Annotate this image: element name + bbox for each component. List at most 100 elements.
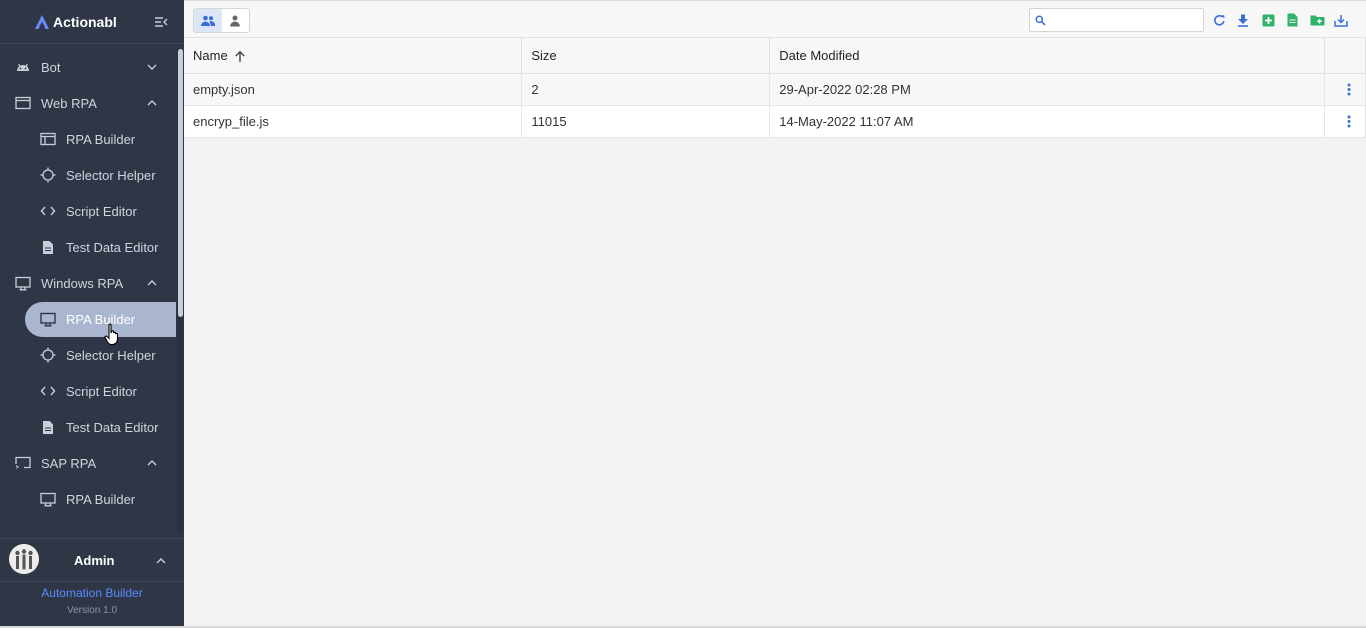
sidebar-item-label: RPA Builder bbox=[66, 491, 136, 507]
refresh-icon bbox=[1213, 14, 1225, 26]
sidebar: Actionabl Bot Web RPA RPA Builder Select… bbox=[0, 0, 184, 628]
search-input[interactable] bbox=[1050, 11, 1200, 29]
view-toggle bbox=[193, 8, 250, 33]
code-icon bbox=[39, 202, 57, 220]
avatar bbox=[9, 544, 39, 574]
file-size-cell: 11015 bbox=[521, 105, 771, 138]
column-header-size[interactable]: Size bbox=[521, 38, 771, 74]
download-button[interactable] bbox=[1235, 12, 1251, 28]
row-actions-cell bbox=[1324, 73, 1366, 106]
brand-name: Actionabl bbox=[53, 13, 117, 30]
more-vertical-icon bbox=[1347, 83, 1351, 95]
crosshair-icon bbox=[39, 346, 57, 364]
table-header-row: Name Size Date Modified bbox=[184, 38, 1366, 74]
refresh-button[interactable] bbox=[1211, 12, 1227, 28]
file-icon bbox=[1287, 13, 1297, 27]
sidebar-item-label: Script Editor bbox=[66, 383, 137, 399]
chevron-up-icon bbox=[156, 558, 166, 564]
import-button[interactable] bbox=[1333, 12, 1349, 28]
file-name-cell[interactable]: empty.json bbox=[184, 73, 523, 106]
sidebar-item-bot[interactable]: Bot bbox=[0, 49, 176, 85]
file-size-cell: 2 bbox=[521, 73, 771, 106]
sidebar-item-label: SAP RPA bbox=[41, 455, 97, 471]
column-header-label: Size bbox=[531, 47, 557, 63]
column-header-label: Name bbox=[193, 47, 228, 63]
table-row[interactable]: encryp_file.js 11015 14-May-2022 11:07 A… bbox=[184, 105, 1366, 138]
row-menu-button[interactable] bbox=[1334, 83, 1365, 96]
sidebar-item-web-rpa-builder[interactable]: RPA Builder bbox=[0, 121, 176, 157]
sidebar-item-sap-rpa-builder[interactable]: RPA Builder bbox=[0, 481, 176, 517]
add-folder-icon bbox=[1310, 15, 1324, 26]
cast-icon bbox=[39, 490, 57, 508]
search-box[interactable] bbox=[1029, 8, 1204, 32]
shared-files-toggle[interactable] bbox=[194, 9, 222, 32]
sidebar-item-label: Selector Helper bbox=[66, 347, 156, 363]
actionabl-logo-icon bbox=[35, 14, 49, 29]
sidebar-item-windows-test-data-editor[interactable]: Test Data Editor bbox=[0, 409, 176, 445]
collapse-sidebar-icon[interactable] bbox=[154, 15, 168, 29]
sidebar-item-web-selector-helper[interactable]: Selector Helper bbox=[0, 157, 176, 193]
row-menu-button[interactable] bbox=[1334, 115, 1365, 128]
sidebar-item-windows-rpa[interactable]: Windows RPA bbox=[0, 265, 176, 301]
import-icon bbox=[1334, 14, 1348, 27]
sidebar-item-windows-script-editor[interactable]: Script Editor bbox=[0, 373, 176, 409]
sidebar-scrollbar-thumb[interactable] bbox=[178, 49, 183, 317]
sidebar-item-label: Test Data Editor bbox=[66, 239, 159, 255]
people-icon bbox=[200, 15, 215, 26]
document-icon bbox=[39, 418, 57, 436]
sidebar-item-web-test-data-editor[interactable]: Test Data Editor bbox=[0, 229, 176, 265]
user-menu[interactable]: Admin bbox=[0, 538, 184, 582]
person-icon bbox=[230, 15, 241, 26]
column-header-label: Date Modified bbox=[779, 47, 860, 63]
code-icon bbox=[39, 382, 57, 400]
product-name-link[interactable]: Automation Builder bbox=[0, 586, 184, 600]
row-actions-cell bbox=[1324, 105, 1366, 138]
add-folder-button[interactable] bbox=[1309, 12, 1325, 28]
new-document-button[interactable] bbox=[1284, 12, 1300, 28]
chevron-up-icon bbox=[147, 280, 157, 286]
column-header-date-modified[interactable]: Date Modified bbox=[769, 38, 1325, 74]
sidebar-item-label: RPA Builder bbox=[66, 131, 136, 147]
chevron-up-icon bbox=[147, 460, 157, 466]
cast-icon bbox=[14, 454, 32, 472]
toolbar bbox=[184, 0, 1366, 38]
search-icon bbox=[1035, 15, 1046, 26]
table-row[interactable]: empty.json 2 29-Apr-2022 02:28 PM bbox=[184, 73, 1366, 106]
monitor-icon bbox=[14, 274, 32, 292]
browser-window-icon bbox=[14, 94, 32, 112]
download-icon bbox=[1238, 14, 1248, 27]
arrow-up-icon bbox=[234, 50, 245, 62]
files-table: Name Size Date Modified empty.json 2 29-… bbox=[184, 38, 1366, 138]
sidebar-nav: Bot Web RPA RPA Builder Selector Helper bbox=[0, 49, 176, 533]
sidebar-item-label: Test Data Editor bbox=[66, 419, 159, 435]
sidebar-item-sap-rpa[interactable]: SAP RPA bbox=[0, 445, 176, 481]
sidebar-item-label: Web RPA bbox=[41, 95, 97, 111]
column-header-actions bbox=[1324, 38, 1366, 74]
document-icon bbox=[39, 238, 57, 256]
sidebar-item-windows-selector-helper[interactable]: Selector Helper bbox=[0, 337, 176, 373]
date-modified-cell: 29-Apr-2022 02:28 PM bbox=[769, 73, 1325, 106]
hand-pointer-cursor-icon bbox=[104, 323, 119, 346]
column-header-name[interactable]: Name bbox=[184, 38, 523, 74]
more-vertical-icon bbox=[1347, 115, 1351, 127]
brand: Actionabl bbox=[0, 0, 184, 44]
file-name-cell[interactable]: encryp_file.js bbox=[184, 105, 523, 138]
add-box-icon bbox=[1262, 14, 1274, 26]
sidebar-item-label: Bot bbox=[41, 59, 61, 75]
sidebar-item-label: Selector Helper bbox=[66, 167, 156, 183]
sidebar-item-label: RPA Builder bbox=[66, 311, 136, 327]
android-icon bbox=[14, 58, 32, 76]
sidebar-item-web-script-editor[interactable]: Script Editor bbox=[0, 193, 176, 229]
sidebar-item-web-rpa[interactable]: Web RPA bbox=[0, 85, 176, 121]
main-panel: Name Size Date Modified empty.json 2 29-… bbox=[184, 0, 1366, 628]
add-file-button[interactable] bbox=[1260, 12, 1276, 28]
version-label: Version 1.0 bbox=[66, 605, 118, 616]
chevron-down-icon bbox=[147, 64, 157, 70]
sidebar-item-label: Windows RPA bbox=[41, 275, 124, 291]
browser-window-icon bbox=[39, 130, 57, 148]
user-name: Admin bbox=[74, 553, 115, 568]
sidebar-item-label: Script Editor bbox=[66, 203, 137, 219]
my-files-toggle[interactable] bbox=[222, 9, 250, 32]
sidebar-item-windows-rpa-builder[interactable]: RPA Builder bbox=[0, 301, 176, 337]
crosshair-icon bbox=[39, 166, 57, 184]
